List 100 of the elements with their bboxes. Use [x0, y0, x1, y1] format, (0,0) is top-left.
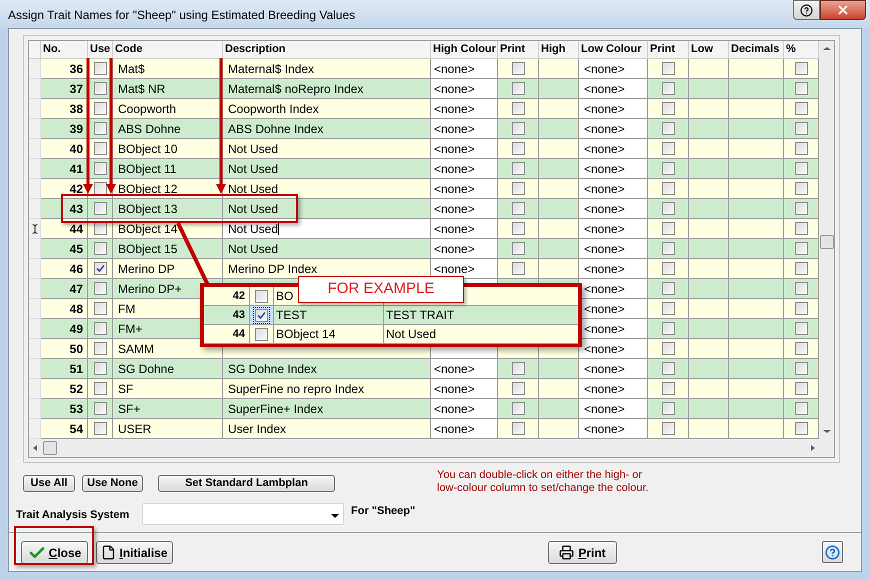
checkbox[interactable] [662, 282, 674, 295]
checkbox[interactable] [794, 262, 808, 275]
checkbox[interactable] [512, 242, 524, 255]
row-header[interactable] [29, 219, 41, 239]
table-cell: <none> [431, 399, 498, 419]
checkbox[interactable] [794, 342, 808, 355]
table-cell: 46 [41, 259, 88, 279]
checkbox[interactable] [662, 202, 674, 215]
checkbox[interactable] [512, 382, 524, 395]
checkbox[interactable] [512, 402, 524, 415]
checkbox[interactable] [512, 102, 524, 115]
checkbox[interactable] [662, 142, 674, 155]
checkbox[interactable] [94, 402, 106, 415]
checkbox[interactable] [94, 222, 106, 235]
checkbox[interactable] [255, 308, 268, 322]
checkbox[interactable] [255, 328, 268, 340]
checkbox[interactable] [794, 62, 808, 75]
table-cell: 45 [41, 239, 88, 259]
checkbox[interactable] [794, 242, 808, 255]
checkbox[interactable] [94, 202, 106, 215]
checkbox[interactable] [94, 342, 106, 355]
checkbox[interactable] [794, 302, 808, 315]
checkbox[interactable] [94, 182, 106, 195]
checkbox[interactable] [662, 102, 674, 115]
table-cell: <none> [579, 179, 648, 199]
table-cell: 38 [41, 99, 88, 119]
checkbox[interactable] [94, 422, 106, 435]
vertical-scrollbar[interactable] [819, 41, 834, 457]
checkbox[interactable] [512, 62, 524, 75]
checkbox[interactable] [794, 82, 808, 95]
horizontal-scrollbar[interactable] [29, 439, 819, 457]
checkbox[interactable] [794, 142, 808, 155]
checkbox[interactable] [794, 102, 808, 115]
checkbox[interactable] [794, 202, 808, 215]
checkbox[interactable] [794, 162, 808, 175]
checkbox[interactable] [94, 262, 106, 275]
checkbox[interactable] [662, 302, 674, 315]
initialise-button[interactable]: Initialise [96, 541, 173, 564]
checkbox[interactable] [512, 262, 524, 275]
checkbox[interactable] [512, 202, 524, 215]
checkbox[interactable] [512, 362, 524, 375]
checkbox[interactable] [662, 82, 674, 95]
checkbox[interactable] [662, 222, 674, 235]
checkbox[interactable] [662, 122, 674, 135]
checkbox[interactable] [512, 82, 524, 95]
close-button[interactable] [820, 0, 866, 20]
table-cell: SuperFine+ Index [223, 399, 431, 419]
checkbox[interactable] [94, 162, 106, 175]
checkbox[interactable] [794, 382, 808, 395]
checkbox[interactable] [662, 262, 674, 275]
print-button[interactable]: Print [548, 541, 617, 564]
checkbox[interactable] [94, 142, 106, 155]
checkbox[interactable] [94, 382, 106, 395]
table-cell: SG Dohne Index [223, 359, 431, 379]
checkbox[interactable] [662, 322, 674, 335]
table-cell: Mat$ NR [113, 79, 223, 99]
checkbox[interactable] [94, 82, 106, 95]
checkbox[interactable] [662, 62, 674, 75]
table-cell: Not Used [223, 239, 431, 259]
checkbox[interactable] [94, 242, 106, 255]
checkbox[interactable] [662, 402, 674, 415]
table-cell: Not Used [223, 199, 431, 219]
checkbox[interactable] [94, 322, 106, 335]
checkbox[interactable] [94, 62, 106, 75]
table-cell: <none> [579, 159, 648, 179]
checkbox[interactable] [512, 422, 524, 435]
standard-button[interactable]: Set Standard Lambplan [158, 475, 335, 492]
checkbox[interactable] [794, 322, 808, 335]
checkbox[interactable] [512, 182, 524, 195]
checkbox[interactable] [794, 222, 808, 235]
checkbox[interactable] [94, 302, 106, 315]
scroll-thumb [43, 441, 57, 455]
checkbox[interactable] [512, 122, 524, 135]
checkbox[interactable] [794, 282, 808, 295]
checkbox[interactable] [94, 102, 106, 115]
checkbox[interactable] [794, 402, 808, 415]
checkbox[interactable] [662, 422, 674, 435]
checkbox[interactable] [662, 242, 674, 255]
checkbox[interactable] [662, 162, 674, 175]
checkbox[interactable] [512, 222, 524, 235]
checkbox[interactable] [512, 142, 524, 155]
checkbox[interactable] [794, 422, 808, 435]
checkbox[interactable] [94, 362, 106, 375]
checkbox[interactable] [794, 182, 808, 195]
use-all-button[interactable]: Use All [23, 475, 75, 492]
checkbox[interactable] [255, 290, 268, 302]
use-none-button[interactable]: Use None [82, 475, 143, 492]
checkbox[interactable] [662, 182, 674, 195]
help-button[interactable] [793, 0, 820, 20]
text-field[interactable]: Not Used [223, 219, 431, 239]
checkbox[interactable] [794, 122, 808, 135]
checkbox[interactable] [94, 122, 106, 135]
checkbox[interactable] [662, 382, 674, 395]
close-button[interactable]: Close [21, 541, 88, 564]
checkbox[interactable] [512, 162, 524, 175]
checkbox[interactable] [662, 362, 674, 375]
checkbox[interactable] [94, 282, 106, 295]
checkbox[interactable] [662, 342, 674, 355]
scroll-up-icon [822, 47, 830, 50]
checkbox[interactable] [794, 362, 808, 375]
